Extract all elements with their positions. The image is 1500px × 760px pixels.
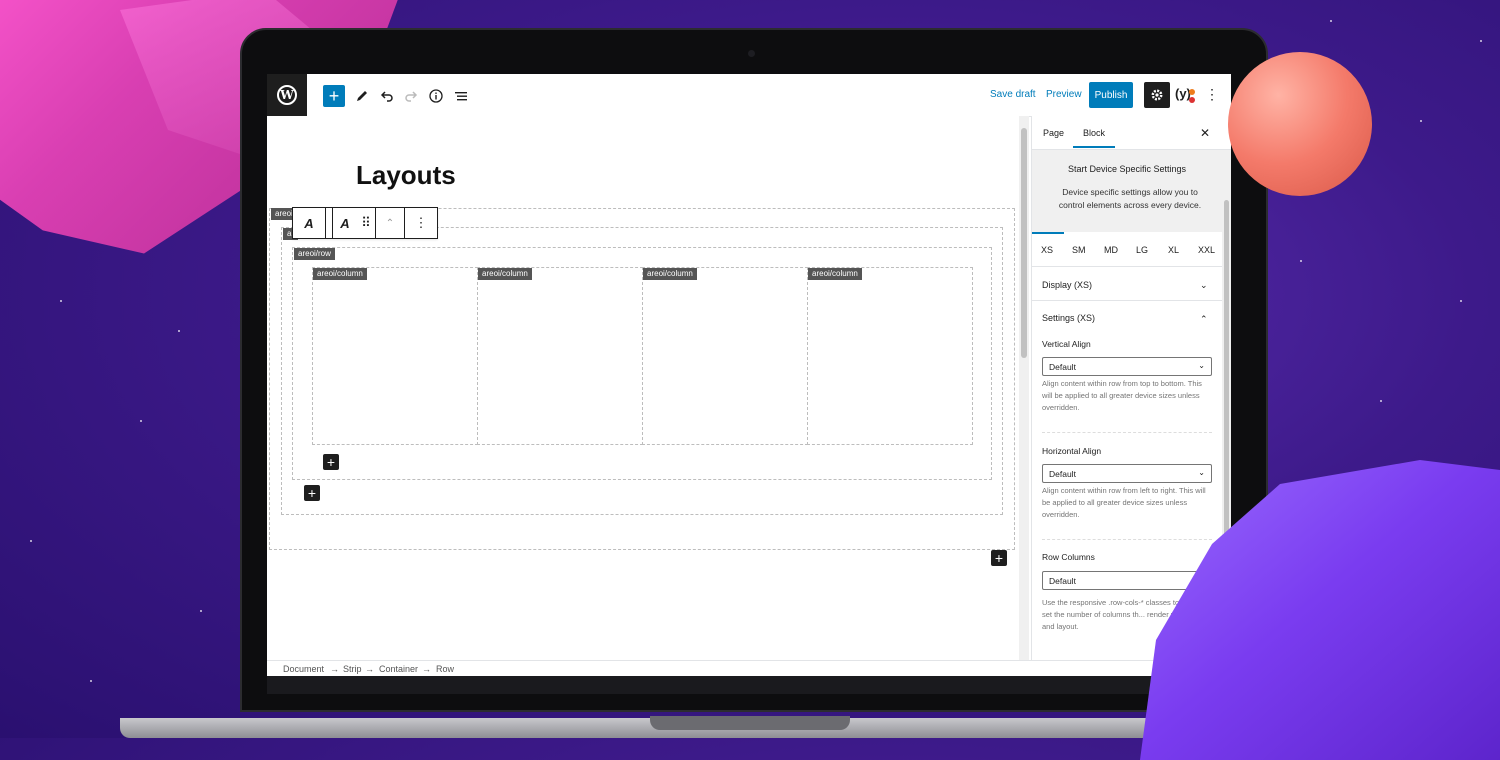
preview-button[interactable]: Preview	[1046, 89, 1082, 100]
row-columns-label: Row Columns	[1042, 552, 1095, 562]
device-tab-xxl[interactable]: XXL	[1198, 245, 1215, 255]
publish-button[interactable]: Publish	[1089, 82, 1133, 108]
device-tab-xs[interactable]: XS	[1041, 245, 1053, 255]
horizontal-align-label: Horizontal Align	[1042, 446, 1102, 456]
yoast-status-dot	[1189, 89, 1195, 95]
chevron-up-icon[interactable]: ⌃	[1200, 314, 1208, 325]
edit-pencil-icon[interactable]	[351, 85, 373, 107]
yoast-status-dot	[1189, 97, 1195, 103]
column-block-label: areoi/column	[478, 268, 532, 280]
column-block[interactable]	[477, 267, 643, 445]
vertical-align-select[interactable]: Default ⌄	[1042, 357, 1212, 376]
editor-screen: W + Save draft Preview Publish (y) ⋮ Lay…	[267, 74, 1231, 676]
breadcrumb-strip[interactable]: Strip	[343, 664, 362, 674]
device-tabs: XS SM MD LG XL XXL	[1032, 232, 1231, 267]
breadcrumb-separator: →	[365, 664, 374, 674]
device-tab-xl[interactable]: XL	[1168, 245, 1179, 255]
breadcrumb-container[interactable]: Container	[379, 664, 418, 674]
block-toolbar: A A ⠿ ⌃ ⋮	[292, 207, 438, 239]
tab-page[interactable]: Page	[1043, 128, 1064, 138]
horizontal-align-select[interactable]: Default ⌄	[1042, 464, 1212, 483]
block-type-icon[interactable]: A	[333, 208, 357, 238]
notice-text: Device specific settings allow you to co…	[1058, 187, 1202, 210]
move-up-down-icon[interactable]: ⌃	[376, 208, 405, 238]
coral-planet-decoration	[1228, 52, 1372, 196]
active-tab-indicator	[1073, 146, 1115, 148]
vertical-align-help: Align content within row from top to bot…	[1042, 379, 1202, 412]
undo-icon[interactable]	[376, 85, 398, 107]
horizontal-align-value: Default	[1049, 469, 1076, 479]
add-column-button[interactable]: +	[323, 454, 339, 470]
chevron-down-icon: ⌄	[1198, 361, 1205, 370]
gear-icon	[1151, 89, 1163, 101]
add-block-inline-button[interactable]: +	[991, 550, 1007, 566]
screen-bezel-bottom	[267, 676, 1231, 694]
display-panel-toggle[interactable]: Display (XS)	[1042, 280, 1092, 290]
chevron-down-icon: ⌄	[1198, 468, 1205, 477]
sidebar-scrollbar-thumb[interactable]	[1224, 200, 1229, 540]
notice-title: Start Device Specific Settings	[1067, 164, 1187, 174]
column-block-label: areoi/column	[643, 268, 697, 280]
column-block[interactable]	[312, 267, 478, 445]
wordpress-icon: W	[277, 85, 297, 105]
redo-icon[interactable]	[400, 85, 422, 107]
editor-scrollbar-thumb[interactable]	[1021, 128, 1027, 358]
block-more-options-icon[interactable]: ⋮	[405, 208, 437, 238]
column-block[interactable]	[642, 267, 808, 445]
breadcrumb-document[interactable]: Document	[283, 664, 324, 674]
settings-gear-button[interactable]	[1144, 82, 1170, 108]
editor-canvas: Layouts areoi ar areoi/row areoi/column …	[267, 116, 1019, 660]
device-tab-md[interactable]: MD	[1104, 245, 1118, 255]
list-view-icon[interactable]	[450, 85, 472, 107]
tab-block[interactable]: Block	[1083, 128, 1105, 138]
row-block-label: areoi/row	[294, 248, 335, 260]
device-settings-notice: Start Device Specific Settings Device sp…	[1032, 150, 1231, 232]
settings-panel-toggle[interactable]: Settings (XS)	[1042, 313, 1095, 323]
add-block-button[interactable]: +	[323, 85, 345, 107]
vertical-align-label: Vertical Align	[1042, 339, 1091, 349]
drag-handle-icon[interactable]: ⠿	[357, 208, 376, 238]
page-title[interactable]: Layouts	[356, 160, 456, 191]
editor-toolbar: W + Save draft Preview Publish (y) ⋮	[267, 74, 1231, 117]
row-columns-select[interactable]: Default	[1042, 571, 1212, 590]
device-tab-sm[interactable]: SM	[1072, 245, 1086, 255]
vertical-align-value: Default	[1049, 362, 1076, 372]
column-block[interactable]	[807, 267, 973, 445]
more-options-icon[interactable]: ⋮	[1205, 86, 1219, 103]
breadcrumb-separator: →	[330, 664, 339, 674]
device-tab-lg[interactable]: LG	[1136, 245, 1148, 255]
add-row-button[interactable]: +	[304, 485, 320, 501]
laptop-notch	[650, 716, 850, 730]
block-breadcrumb: Document → Strip → Container → Row	[267, 660, 1231, 676]
horizontal-align-help: Align content within row from left to ri…	[1042, 486, 1206, 519]
wordpress-logo-button[interactable]: W	[267, 74, 307, 116]
close-icon[interactable]: ✕	[1200, 126, 1210, 140]
laptop-camera	[748, 50, 755, 57]
save-draft-button[interactable]: Save draft	[990, 89, 1036, 100]
breadcrumb-separator: →	[422, 664, 431, 674]
column-block-label: areoi/column	[808, 268, 862, 280]
column-block-label: areoi/column	[313, 268, 367, 280]
info-icon[interactable]	[425, 85, 447, 107]
row-columns-value: Default	[1049, 576, 1076, 586]
chevron-down-icon[interactable]: ⌄	[1200, 280, 1208, 291]
active-device-indicator	[1032, 232, 1064, 234]
parent-block-icon[interactable]: A	[293, 208, 326, 238]
breadcrumb-row[interactable]: Row	[436, 664, 454, 674]
